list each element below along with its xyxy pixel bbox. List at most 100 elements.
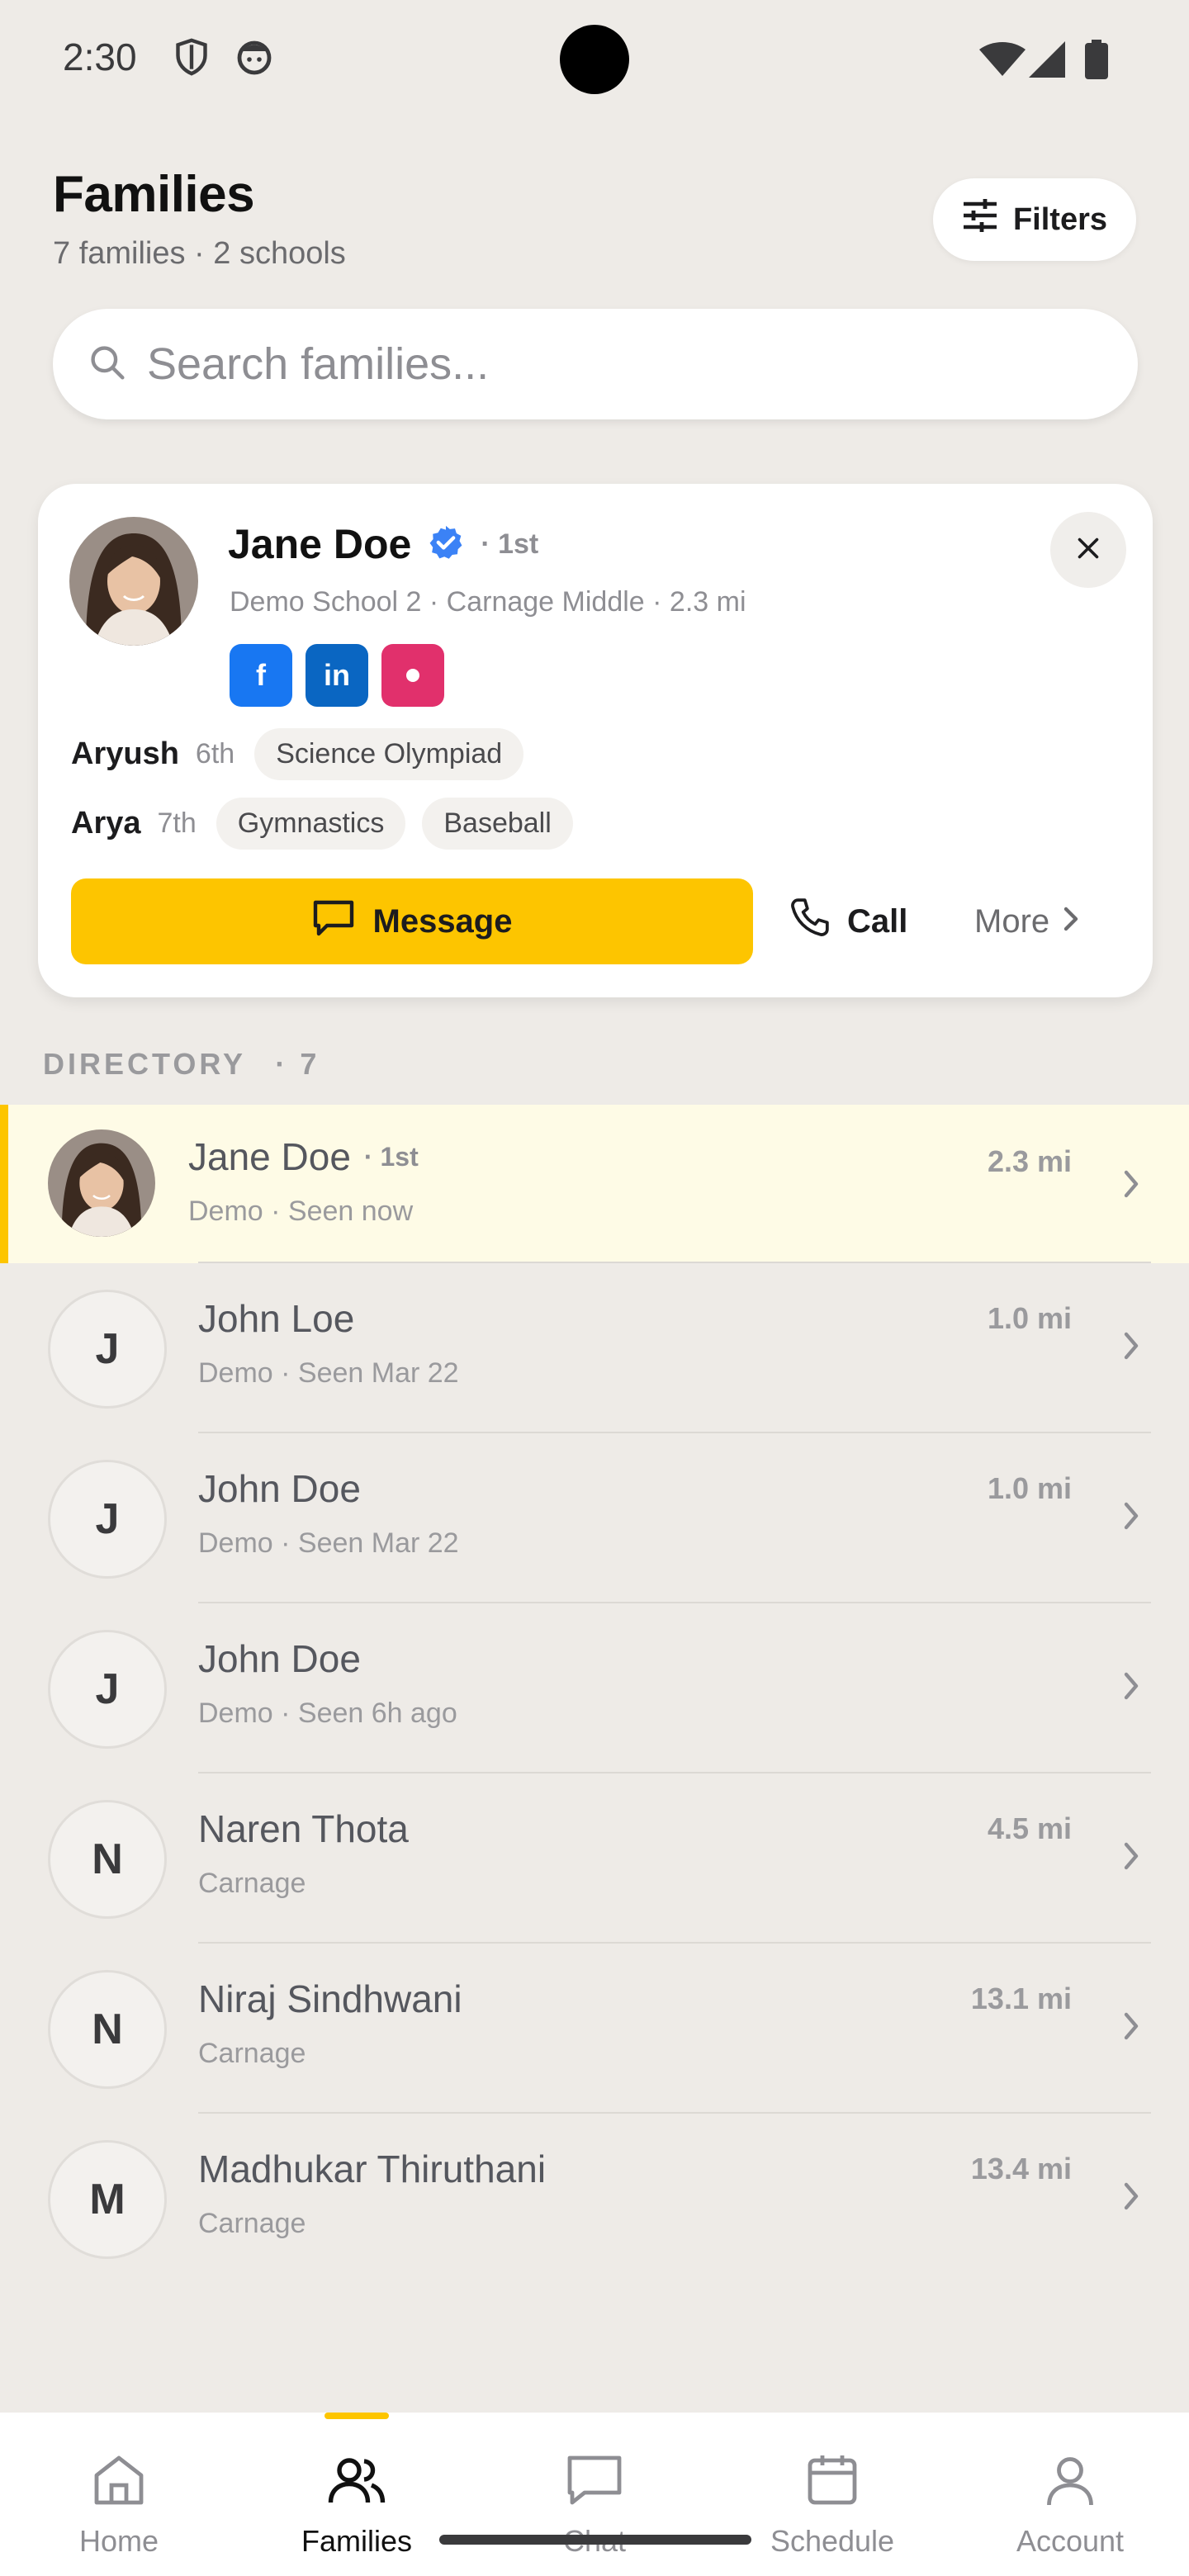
shield-icon [173,36,210,82]
directory-count: · 7 [275,1047,320,1081]
nav-home[interactable]: Home [0,2413,238,2576]
featured-family-card: Jane Doe · 1st Demo School 2 · Carnage M… [38,484,1153,997]
close-icon [1076,536,1101,565]
child-name: Arya [71,806,141,841]
status-time: 2:30 [63,36,137,78]
phone-icon [789,897,831,946]
avatar: M [48,2140,167,2259]
row-subtitle: Carnage [198,1868,306,1899]
home-icon [89,2413,149,2514]
child-grade: 7th [157,807,197,839]
linkedin-icon[interactable]: in [306,644,368,707]
row-distance: 1.0 mi [987,1471,1072,1505]
filters-button[interactable]: Filters [933,178,1136,261]
chevron-right-icon [1120,1840,1143,1877]
call-button[interactable]: Call [789,878,907,964]
child-row: Arya 7th Gymnastics Baseball [71,798,573,850]
nav-label: Home [78,2524,159,2558]
users-icon [327,2413,386,2514]
row-subtitle: Demo · Seen 6h ago [198,1698,457,1729]
chevron-right-icon [1120,1167,1143,1205]
verified-icon [428,524,464,565]
nav-families[interactable]: Families [238,2413,476,2576]
activity-tag[interactable]: Baseball [422,798,573,850]
chevron-right-icon [1120,1669,1143,1707]
search-bar[interactable] [53,309,1138,419]
row-name: John Doe [198,1636,361,1681]
table-row[interactable]: Jane Doe · 1st Demo · Seen now 2.3 mi [0,1105,1189,1263]
chat-icon [565,2413,624,2514]
avatar: J [48,1630,167,1749]
nav-chat[interactable]: Chat [476,2413,713,2576]
wifi-icon [979,41,1026,82]
table-row[interactable]: N Naren Thota Carnage 4.5 mi [0,1773,1189,1944]
card-name[interactable]: Jane Doe [228,520,411,568]
front-camera [560,25,629,94]
table-row[interactable]: J John Doe Demo · Seen 6h ago [0,1603,1189,1773]
message-button[interactable]: Message [71,878,753,964]
home-indicator[interactable] [439,2535,751,2545]
directory-label: DIRECTORY [43,1047,246,1081]
row-name: John Doe [198,1466,361,1511]
table-row[interactable]: N Niraj Sindhwani Carnage 13.1 mi [0,1944,1189,2114]
row-subtitle: Carnage [198,2208,306,2239]
message-label: Message [372,902,513,940]
row-subtitle: Carnage [198,2038,306,2069]
call-label: Call [847,902,908,940]
chevron-right-icon [1059,903,1082,940]
connection-degree: · 1st [481,528,539,560]
facebook-icon[interactable]: f [230,644,292,707]
face-icon [234,36,274,80]
message-icon [312,897,355,945]
more-label: More [974,902,1050,940]
child-row: Aryush 6th Science Olympiad [71,728,524,780]
row-subtitle: Demo · Seen now [188,1196,414,1227]
signal-icon [1029,41,1065,82]
row-distance: 13.4 mi [970,2152,1072,2185]
family-name: Jane Doe [188,1135,351,1178]
family-name: Madhukar Thiruthani [198,2147,547,2190]
family-name: John Doe [198,1637,361,1680]
sliders-icon [962,199,998,240]
status-bar: 2:30 [0,0,1189,124]
row-name: Naren Thota [198,1807,409,1851]
more-button[interactable]: More [974,878,1082,964]
search-input[interactable] [147,339,1055,390]
battery-icon [1085,40,1108,83]
nav-schedule[interactable]: Schedule [713,2413,951,2576]
table-row[interactable]: J John Doe Demo · Seen Mar 22 1.0 mi [0,1433,1189,1603]
active-tab-indicator [324,2413,389,2419]
chevron-right-icon [1120,1329,1143,1366]
activity-tag[interactable]: Science Olympiad [254,728,524,780]
table-row[interactable]: J John Loe Demo · Seen Mar 22 1.0 mi [0,1263,1189,1433]
nav-label: Account [1016,2524,1125,2558]
family-name: Naren Thota [198,1807,409,1850]
child-name: Aryush [71,736,179,771]
close-button[interactable] [1050,512,1126,588]
avatar[interactable] [69,517,198,646]
filters-label: Filters [1012,201,1108,237]
chevron-right-icon [1120,2010,1143,2047]
instagram-icon[interactable] [381,644,444,707]
card-name-row: Jane Doe · 1st [228,520,538,568]
family-name: Niraj Sindhwani [198,1977,462,2020]
table-row[interactable]: M Madhukar Thiruthani Carnage 13.4 mi [0,2114,1189,2284]
row-name: Jane Doe · 1st [188,1134,419,1179]
row-name: Madhukar Thiruthani [198,2147,546,2191]
avatar: J [48,1290,167,1409]
page-subtitle: 7 families · 2 schools [53,236,346,271]
activity-tag[interactable]: Gymnastics [216,798,406,850]
chevron-right-icon [1120,2180,1143,2217]
selected-indicator [0,1105,8,1263]
nav-label: Schedule [770,2524,895,2558]
user-icon [1040,2413,1100,2514]
directory-header: DIRECTORY · 7 [43,1047,320,1082]
card-meta: Demo School 2 · Carnage Middle · 2.3 mi [230,586,746,618]
nav-label: Families [301,2524,412,2558]
avatar: N [48,1970,167,2089]
child-grade: 6th [195,738,235,769]
nav-account[interactable]: Account [951,2413,1189,2576]
family-name: John Loe [198,1297,355,1340]
connection-degree: · 1st [363,1141,419,1172]
avatar: J [48,1460,167,1579]
